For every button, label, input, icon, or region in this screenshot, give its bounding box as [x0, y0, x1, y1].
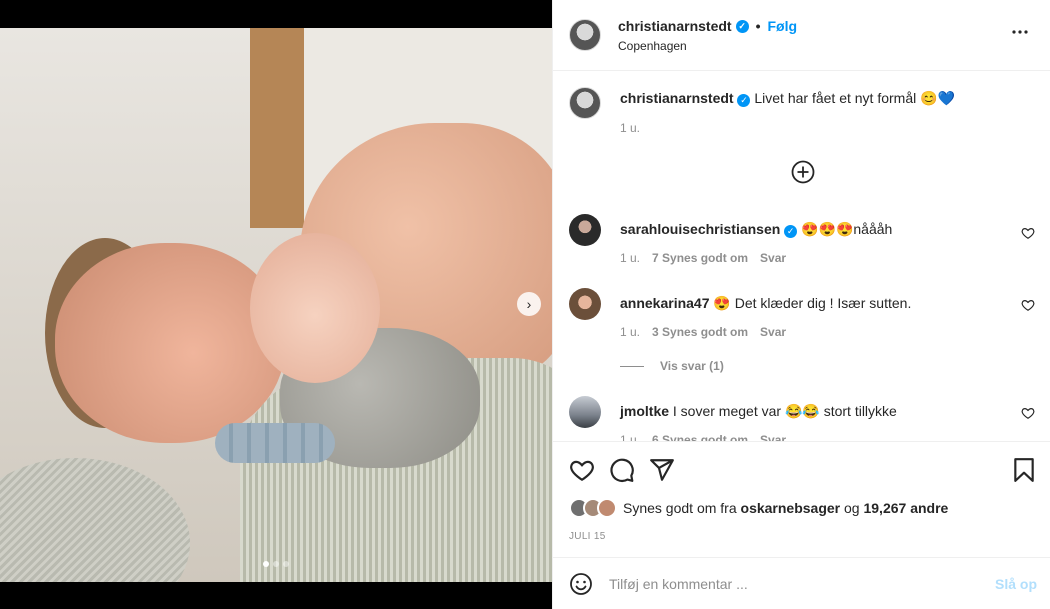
comment-username[interactable]: jmoltke: [620, 403, 669, 419]
comment-bubble-icon[interactable]: [609, 457, 635, 483]
save-bookmark-icon[interactable]: [1011, 457, 1037, 483]
comment-like-heart-icon[interactable]: [1021, 406, 1035, 420]
caption-body: christianarnstedt ✓ Livet har fået et ny…: [620, 89, 1020, 107]
comment-text: 😍 Det klæder dig ! Især sutten.: [713, 295, 912, 311]
author-avatar[interactable]: [569, 19, 601, 51]
author-line: christianarnstedt ✓ • Følg: [618, 18, 797, 34]
likes-summary: Synes godt om fra oskarnebsager og 19,26…: [569, 498, 948, 518]
comment-likes[interactable]: 6 Synes godt om: [652, 433, 748, 441]
comment-text: I sover meget var 😂😂 stort tillykke: [672, 403, 897, 419]
verified-badge-icon: ✓: [737, 94, 751, 107]
caption-time[interactable]: 1 u.: [620, 121, 640, 135]
verified-badge-icon: ✓: [784, 225, 798, 238]
comment-meta: 1 u. 3 Synes godt om Svar: [620, 325, 786, 339]
post-comment-button[interactable]: Slå op: [995, 576, 1037, 592]
post-date[interactable]: JULI 15: [569, 531, 606, 542]
comment-likes[interactable]: 3 Synes godt om: [652, 325, 748, 339]
comment-like-heart-icon[interactable]: [1021, 226, 1035, 240]
carousel-dot: [273, 561, 279, 567]
caption-username[interactable]: christianarnstedt: [620, 90, 734, 106]
author-username[interactable]: christianarnstedt: [618, 18, 732, 34]
comment-text: 😍😍😍nåååh: [801, 221, 893, 237]
likes-count-link[interactable]: 19,267 andre: [863, 500, 948, 516]
follow-button[interactable]: Følg: [768, 18, 798, 34]
like-heart-icon[interactable]: [569, 457, 595, 483]
comment-body: sarahlouisechristiansen ✓ 😍😍😍nåååh: [620, 220, 1020, 238]
chevron-right-icon: ›: [526, 296, 532, 312]
comment-time[interactable]: 1 u.: [620, 325, 640, 339]
comment-body: jmoltke I sover meget var 😂😂 stort tilly…: [620, 402, 1020, 420]
photo-wood-beam: [250, 28, 304, 228]
carousel-dot-active: [263, 561, 269, 567]
post-photo: [0, 28, 552, 582]
comment-meta: 1 u. 7 Synes godt om Svar: [620, 251, 786, 265]
caption-text: Livet har fået et nyt formål 😊💙: [754, 90, 955, 106]
likes-prefix: Synes godt om fra: [623, 500, 737, 516]
commenter-avatar[interactable]: [569, 214, 601, 246]
commenter-avatar[interactable]: [569, 288, 601, 320]
carousel-dots: [0, 561, 552, 567]
photo-baby-head: [250, 233, 380, 383]
view-replies-button[interactable]: Vis svar (1): [620, 359, 724, 373]
emoji-icon[interactable]: [569, 572, 593, 596]
comment-time[interactable]: 1 u.: [620, 251, 640, 265]
comment-reply-button[interactable]: Svar: [760, 251, 786, 265]
carousel-next-button[interactable]: ›: [517, 292, 541, 316]
carousel-dot: [283, 561, 289, 567]
caption-avatar[interactable]: [569, 87, 601, 119]
photo-man-face: [55, 243, 285, 443]
comment-username[interactable]: annekarina47: [620, 295, 710, 311]
likes-and: og: [844, 500, 860, 516]
post-media: ›: [0, 0, 552, 609]
photo-pacifier-clip: [215, 423, 335, 463]
load-more-comments-button[interactable]: [791, 160, 815, 184]
plus-circle-icon: [791, 160, 815, 184]
comment-composer: Slå op: [553, 557, 1050, 609]
share-send-icon[interactable]: [649, 457, 675, 483]
comment-reply-button[interactable]: Svar: [760, 433, 786, 441]
comment-username[interactable]: sarahlouisechristiansen: [620, 221, 780, 237]
caption-meta: 1 u.: [620, 121, 640, 135]
liker-avatar: [597, 498, 617, 518]
likes-user-link[interactable]: oskarnebsager: [741, 500, 841, 516]
comment-body: annekarina47 😍 Det klæder dig ! Især sut…: [620, 294, 1020, 312]
replies-divider-line: [620, 365, 644, 367]
likes-text: Synes godt om fra oskarnebsager og 19,26…: [623, 500, 948, 516]
comment-reply-button[interactable]: Svar: [760, 325, 786, 339]
verified-badge-icon: ✓: [735, 19, 749, 33]
post-side-panel: christianarnstedt ✓ • Følg Copenhagen ch…: [552, 0, 1050, 609]
post-location[interactable]: Copenhagen: [618, 39, 687, 53]
separator-bullet: •: [755, 18, 761, 34]
comment-like-heart-icon[interactable]: [1021, 298, 1035, 312]
comment-input[interactable]: [609, 572, 979, 596]
comments-list[interactable]: christianarnstedt ✓ Livet har fået et ny…: [553, 71, 1050, 441]
more-options-icon[interactable]: [1008, 20, 1032, 49]
commenter-avatar[interactable]: [569, 396, 601, 428]
comment-time[interactable]: 1 u.: [620, 433, 640, 441]
comment-meta: 1 u. 6 Synes godt om Svar: [620, 433, 786, 441]
post-actions: Synes godt om fra oskarnebsager og 19,26…: [553, 441, 1050, 557]
comment-likes[interactable]: 7 Synes godt om: [652, 251, 748, 265]
view-replies-label: Vis svar (1): [660, 359, 724, 373]
post-header: christianarnstedt ✓ • Følg Copenhagen: [553, 0, 1050, 71]
